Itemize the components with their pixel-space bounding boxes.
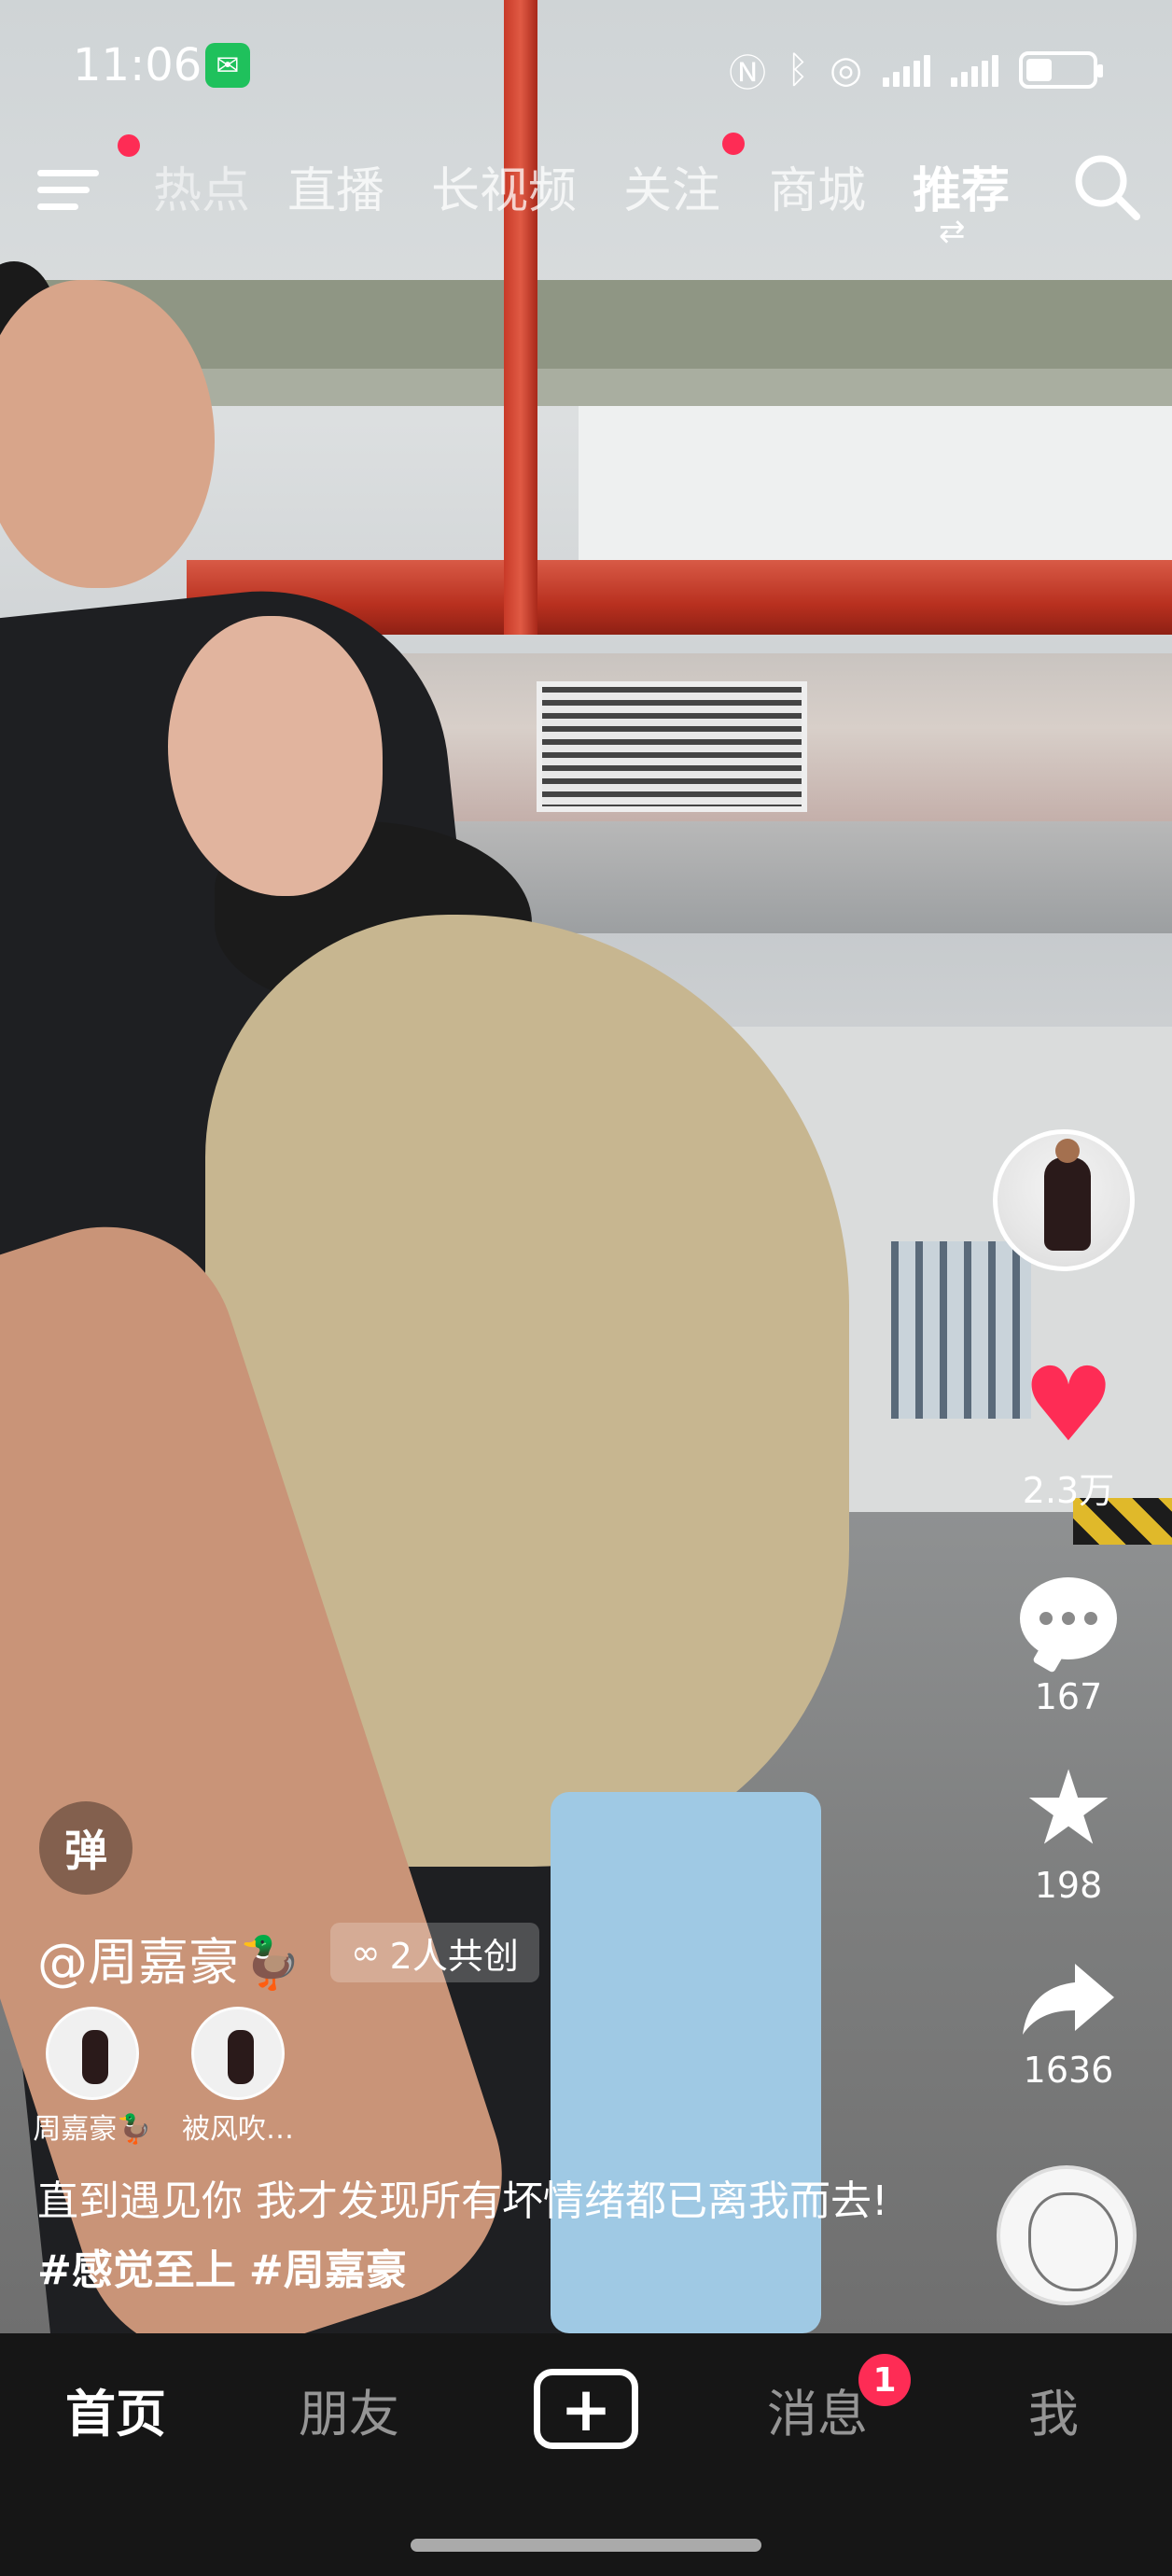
bottom-tab-bar: 首页 朋友 + 消息 1 我	[0, 2333, 1172, 2576]
share-icon	[1023, 1964, 1114, 2035]
co-creators: 周嘉豪🦆 被风吹…	[33, 2007, 294, 2147]
heart-icon: ♥	[1022, 1345, 1115, 1464]
creator-avatar	[191, 2007, 285, 2100]
like-button[interactable]: ♥ 2.3万	[989, 1353, 1148, 1513]
comment-icon	[1020, 1577, 1117, 1659]
battery-icon	[1019, 51, 1103, 89]
tab-me[interactable]: 我	[1028, 2373, 1079, 2446]
favorite-count: 198	[1034, 1865, 1103, 1906]
plus-icon: +	[560, 2373, 612, 2445]
tab-hot[interactable]: 热点	[153, 151, 250, 221]
creator-name: 周嘉豪🦆	[33, 2113, 152, 2146]
top-navigation: 热点 直播 长视频 关注 商城 推荐 ⇄	[0, 133, 1172, 252]
danmu-toggle-button[interactable]: 弹	[39, 1801, 133, 1895]
ceiling-beam	[37, 280, 1172, 369]
star-icon: ★	[1022, 1748, 1115, 1868]
clock: 11:06	[73, 39, 202, 91]
battery-level	[1026, 59, 1052, 81]
share-button[interactable]: 1636	[989, 1956, 1148, 2091]
menu-notification-dot	[118, 134, 140, 157]
nfc-icon: Ⓝ	[729, 52, 767, 95]
tab-messages[interactable]: 消息	[767, 2373, 868, 2446]
link-icon: ∞	[351, 1932, 381, 1973]
bluetooth-icon: ᛒ	[787, 49, 810, 91]
following-notification-dot	[722, 133, 745, 155]
author-avatar[interactable]	[993, 1129, 1135, 1271]
tab-recommend[interactable]: 推荐	[913, 151, 1010, 221]
video-description: 直到遇见你 我才发现所有坏情绪都已离我而去! #感觉至上 #周嘉豪	[37, 2167, 914, 2305]
creator-name: 被风吹…	[182, 2113, 294, 2146]
tab-long-video[interactable]: 长视频	[431, 151, 577, 221]
air-vent	[537, 681, 807, 812]
signal-icon-2	[951, 53, 998, 87]
music-disc[interactable]	[997, 2165, 1137, 2305]
tab-live[interactable]: 直播	[287, 151, 384, 221]
creator-item[interactable]: 周嘉豪🦆	[33, 2007, 152, 2147]
status-icons: Ⓝ ᛒ ◎	[729, 43, 1103, 97]
ceiling-light	[579, 392, 1172, 579]
favorite-button[interactable]: ★ 198	[989, 1757, 1148, 1906]
comment-count: 167	[1034, 1676, 1103, 1717]
creator-item[interactable]: 被风吹…	[182, 2007, 294, 2147]
avatar-figure	[1044, 1139, 1091, 1251]
like-count: 2.3万	[1022, 1470, 1115, 1511]
description-text: 直到遇见你 我才发现所有坏情绪都已离我而去!	[37, 2177, 888, 2225]
tab-following[interactable]: 关注	[623, 151, 720, 221]
search-icon[interactable]	[1071, 149, 1142, 224]
share-count: 1636	[1023, 2050, 1114, 2091]
tab-home[interactable]: 首页	[65, 2373, 166, 2446]
cocreate-badge[interactable]: ∞ 2人共创	[330, 1923, 539, 1982]
comment-button[interactable]: 167	[989, 1577, 1148, 1717]
switch-icon[interactable]: ⇄	[939, 213, 966, 250]
home-indicator[interactable]	[411, 2539, 761, 2552]
cocreate-label: 2人共创	[389, 1935, 519, 1977]
wechat-icon: ✉	[205, 43, 250, 88]
tab-friends[interactable]: 朋友	[299, 2373, 399, 2446]
menu-icon[interactable]	[37, 159, 103, 215]
create-button[interactable]: +	[534, 2369, 638, 2449]
hotspot-icon: ◎	[830, 49, 862, 91]
messages-badge: 1	[858, 2354, 911, 2406]
hashtag-link[interactable]: #感觉至上	[37, 2247, 236, 2294]
hashtag-link[interactable]: #周嘉豪	[249, 2247, 407, 2294]
creator-avatar	[46, 2007, 139, 2100]
signal-icon-1	[883, 53, 930, 87]
author-name[interactable]: @周嘉豪🦆	[37, 1921, 301, 1995]
tab-mall[interactable]: 商城	[769, 151, 866, 221]
status-bar: 11:06 ✉ Ⓝ ᛒ ◎	[0, 0, 1172, 131]
